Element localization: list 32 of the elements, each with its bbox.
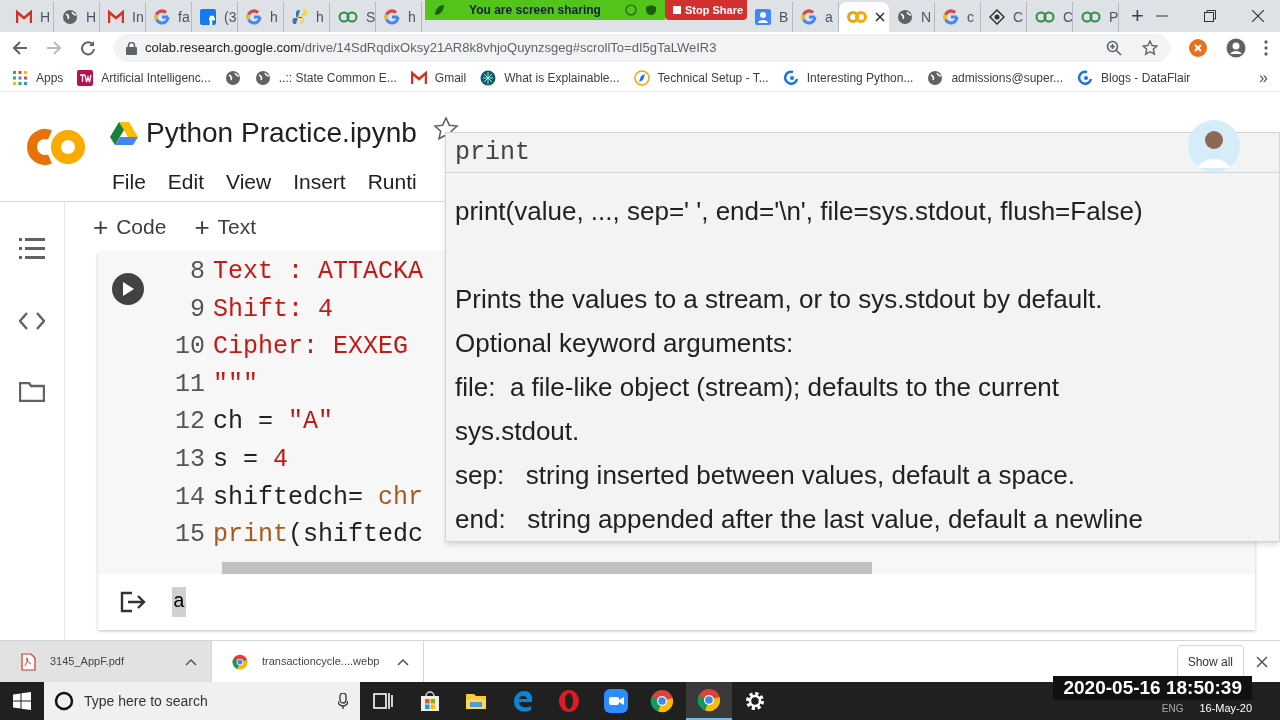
doc-line: Prints the values to a stream, or to sys.stdout by default. [455, 283, 1104, 316]
line-number: 15 [174, 519, 206, 552]
line-number: 10 [174, 331, 206, 364]
doc-line: sep: string inserted between values, default a space. [455, 459, 1077, 492]
doc-line: end: string appended after the last value, default a newline [455, 503, 1145, 536]
doc-line: sys.stdout. [455, 415, 581, 448]
file-name: transactioncycle....webp [262, 654, 381, 670]
code-line: """ [213, 368, 258, 401]
clock-overlay: 2020-05-16 18:50:39 [1053, 675, 1252, 700]
code-line: ch = "A" [213, 406, 334, 439]
language-indicator: ENG [1161, 701, 1184, 716]
doc-line: Optional keyword arguments: [455, 327, 795, 360]
taskbar-date: 16-May-20 [1199, 700, 1252, 716]
code-line: print(shiftedc [213, 519, 424, 552]
url-text: colab.research.google.com/drive/14SdRqdixOksy21AR8k8vhjoQuynzsgeg#scrollTo=dI5gTaLWeIR3 [145, 39, 717, 58]
line-number: 12 [174, 406, 206, 439]
doc-line: file: a file-like object (stream); defaults to the current [455, 371, 1061, 404]
line-number: 13 [174, 443, 206, 476]
code-line: shiftedch= chr [213, 481, 424, 514]
line-number: 14 [174, 481, 206, 514]
code-line: s = 4 [213, 443, 289, 476]
output-text: a [172, 587, 186, 617]
code-line: Cipher: EXXEG [213, 331, 409, 364]
popup-title: print [455, 136, 530, 169]
line-number: 9 [189, 293, 206, 326]
code-line: Text : ATTACKA [213, 256, 424, 288]
code-line: Shift: 4 [213, 293, 334, 326]
line-number: 8 [189, 256, 206, 288]
function-signature: print(value, ..., sep=' ', end='\n', file=sys.stdout, flush=False) [455, 195, 1144, 228]
sharing-text: You are screen sharing [468, 2, 602, 19]
file-name: 3145_AppF.pdf [50, 654, 125, 670]
line-number: 11 [174, 368, 206, 401]
